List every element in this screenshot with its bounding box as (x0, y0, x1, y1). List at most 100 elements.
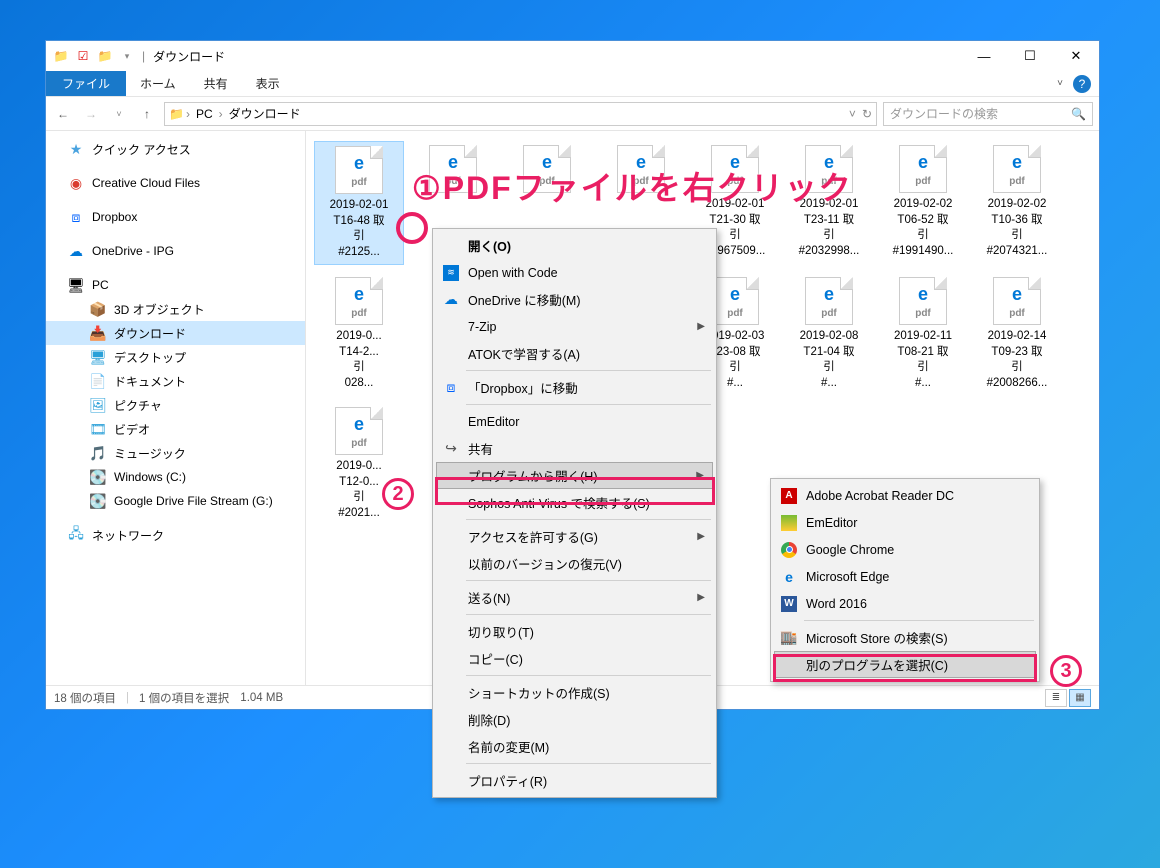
forward-button[interactable]: → (80, 103, 102, 125)
file-name: 2019-0... T12-0... 引 #2021... (336, 459, 381, 521)
maximize-button[interactable]: ☐ (1007, 41, 1053, 71)
menu-item-label: 名前の変更(M) (468, 737, 549, 756)
menu-item[interactable]: ↪共有 (436, 435, 713, 462)
star-icon: ★ (68, 141, 84, 157)
menu-item-label: コピー(C) (468, 649, 523, 668)
menu-item-label: アクセスを許可する(G) (468, 527, 598, 546)
sidebar-dropbox[interactable]: ⧈Dropbox (46, 205, 305, 229)
menu-separator (466, 370, 711, 371)
dropbox-icon: ⧈ (442, 379, 460, 397)
menu-item[interactable]: ☁OneDrive に移動(M) (436, 286, 713, 313)
addr-dropdown-icon[interactable]: ˅ (849, 107, 856, 121)
pdf-edge-icon: epdf (335, 146, 383, 194)
nav-sidebar: ★クイック アクセス ◉Creative Cloud Files ⧈Dropbo… (46, 131, 306, 685)
pdf-edge-icon: epdf (335, 407, 383, 455)
sidebar-videos[interactable]: 🎞ビデオ (46, 417, 305, 441)
menu-item[interactable]: 削除(D) (436, 706, 713, 733)
menu-separator (466, 404, 711, 405)
menu-item[interactable]: Google Chrome (774, 536, 1036, 563)
back-button[interactable]: ← (52, 103, 74, 125)
view-icons-button[interactable]: ▦ (1069, 689, 1091, 707)
sidebar-onedrive[interactable]: ☁OneDrive - IPG (46, 239, 305, 263)
file-item[interactable]: epdf2019-02-14 T09-23 取 引 #2008266... (972, 273, 1062, 395)
sidebar-pictures[interactable]: 🖼ピクチャ (46, 393, 305, 417)
quick-access-toolbar-icon[interactable]: ☑ (74, 47, 92, 65)
sidebar-pc[interactable]: 🖥PC (46, 273, 305, 297)
file-item[interactable]: epdf2019-02-02 T10-36 取 引 #2074321... (972, 141, 1062, 265)
pdf-edge-icon: epdf (993, 145, 1041, 193)
cloud-icon: ☁ (442, 291, 460, 309)
menu-item[interactable]: 🏬Microsoft Store の検索(S) (774, 624, 1036, 651)
file-item[interactable]: epdf2019-02-11 T08-21 取 引 #... (878, 273, 968, 395)
minimize-button[interactable]: — (961, 41, 1007, 71)
menu-item[interactable]: コピー(C) (436, 645, 713, 672)
sidebar-network[interactable]: 🖧ネットワーク (46, 523, 305, 547)
menu-item[interactable]: 開く(O) (436, 232, 713, 259)
menu-item-label: Open with Code (468, 266, 558, 280)
close-button[interactable]: ✕ (1053, 41, 1099, 71)
menu-item[interactable]: ⧈「Dropbox」に移動 (436, 374, 713, 401)
up-button[interactable]: ↑ (136, 103, 158, 125)
view-details-button[interactable]: ≣ (1045, 689, 1067, 707)
menu-item[interactable]: アクセスを許可する(G)▶ (436, 523, 713, 550)
refresh-button[interactable]: ↻ (862, 107, 872, 121)
menu-item[interactable]: ATOKで学習する(A) (436, 340, 713, 367)
file-item[interactable]: epdf2019-02-01 T16-48 取 引 #2125... (314, 141, 404, 265)
tab-view[interactable]: 表示 (242, 71, 294, 96)
menu-item[interactable]: 送る(N)▶ (436, 584, 713, 611)
menu-separator (466, 580, 711, 581)
menu-item[interactable]: ショートカットの作成(S) (436, 679, 713, 706)
menu-item-label: プロパティ(R) (468, 771, 547, 790)
desktop-icon: 🖥 (90, 349, 106, 365)
breadcrumb-downloads[interactable]: ダウンロード (225, 105, 305, 122)
qat-dropdown-icon[interactable]: ▾ (118, 47, 136, 65)
menu-item[interactable]: 別のプログラムを選択(C) (774, 651, 1036, 678)
file-item[interactable]: epdf2019-02-02 T06-52 取 引 #1991490... (878, 141, 968, 265)
tab-share[interactable]: 共有 (190, 71, 242, 96)
file-item[interactable]: epdf2019-02-08 T21-04 取 引 #... (784, 273, 874, 395)
menu-item[interactable]: eMicrosoft Edge (774, 563, 1036, 590)
search-box[interactable]: ダウンロードの検索 🔍 (883, 102, 1093, 126)
sidebar-drive-g[interactable]: 💽Google Drive File Stream (G:) (46, 489, 305, 513)
menu-item-label: Sophos Anti-Virus で検索する(S) (468, 493, 650, 512)
address-bar[interactable]: 📁 › PC › ダウンロード ˅ ↻ (164, 102, 877, 126)
sidebar-documents[interactable]: 📄ドキュメント (46, 369, 305, 393)
sidebar-ccf[interactable]: ◉Creative Cloud Files (46, 171, 305, 195)
sidebar-3d[interactable]: 📦3D オブジェクト (46, 297, 305, 321)
sidebar-quick-access[interactable]: ★クイック アクセス (46, 137, 305, 161)
menu-item[interactable]: EmEditor (436, 408, 713, 435)
help-icon[interactable]: ? (1073, 75, 1091, 93)
sidebar-downloads[interactable]: 📥ダウンロード (46, 321, 305, 345)
video-icon: 🎞 (90, 421, 106, 437)
ribbon-expand-icon[interactable]: ˅ (1057, 78, 1063, 89)
open-with-submenu[interactable]: AAdobe Acrobat Reader DC EmEditor Google C… (770, 478, 1040, 682)
sidebar-drive-c[interactable]: 💽Windows (C:) (46, 465, 305, 489)
menu-item[interactable]: ≋Open with Code (436, 259, 713, 286)
file-tab[interactable]: ファイル (46, 71, 126, 96)
menu-item[interactable]: EmEditor (774, 509, 1036, 536)
menu-item[interactable]: プログラムから開く(H)▶ (436, 462, 713, 489)
cc-icon: ◉ (68, 175, 84, 191)
menu-item-label: Google Chrome (806, 543, 894, 557)
menu-item[interactable]: 名前の変更(M) (436, 733, 713, 760)
menu-item[interactable]: WWord 2016 (774, 590, 1036, 617)
tab-home[interactable]: ホーム (126, 71, 190, 96)
context-menu[interactable]: 開く(O)≋Open with Code☁OneDrive に移動(M)7-Zi… (432, 228, 717, 798)
sidebar-music[interactable]: 🎵ミュージック (46, 441, 305, 465)
menu-item[interactable]: 切り取り(T) (436, 618, 713, 645)
menu-item[interactable]: Sophos Anti-Virus で検索する(S) (436, 489, 713, 516)
menu-item[interactable]: 7-Zip▶ (436, 313, 713, 340)
menu-item[interactable]: AAdobe Acrobat Reader DC (774, 482, 1036, 509)
submenu-arrow-icon: ▶ (697, 592, 705, 603)
recent-dropdown[interactable]: ˅ (108, 103, 130, 125)
menu-item[interactable]: 以前のバージョンの復元(V) (436, 550, 713, 577)
breadcrumb-pc[interactable]: PC (192, 107, 217, 121)
menu-separator (466, 614, 711, 615)
menu-item[interactable]: プロパティ(R) (436, 767, 713, 794)
annotation-1-circle (396, 212, 428, 244)
menu-item-label: EmEditor (468, 415, 519, 429)
menu-item-label: EmEditor (806, 516, 857, 530)
sidebar-desktop[interactable]: 🖥デスクトップ (46, 345, 305, 369)
file-item[interactable]: epdf2019-0... T14-2... 引 028... (314, 273, 404, 395)
submenu-arrow-icon: ▶ (696, 470, 704, 481)
